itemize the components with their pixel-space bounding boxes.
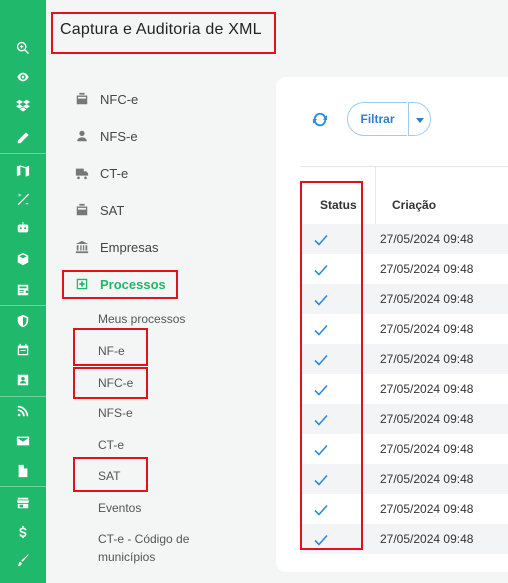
menu-item-label: NFC-e: [100, 91, 139, 107]
created-date: 27/05/2024 09:48: [380, 532, 474, 546]
rail-divider: [0, 153, 46, 154]
created-date: 27/05/2024 09:48: [380, 472, 474, 486]
menu-item-label: SAT: [100, 202, 125, 218]
badge-icon[interactable]: [12, 369, 34, 391]
menu-item-label: NFS-e: [100, 128, 138, 144]
box-icon[interactable]: [12, 248, 34, 270]
pencil-icon[interactable]: [12, 127, 34, 149]
created-date: 27/05/2024 09:48: [380, 382, 474, 396]
robot-icon[interactable]: [12, 217, 34, 239]
calendar-icon[interactable]: [12, 339, 34, 361]
highlight-status-column: [300, 181, 363, 550]
zoom-in-icon[interactable]: [12, 37, 34, 59]
highlight-nfce: [73, 367, 148, 399]
column-header-criacao[interactable]: Criação: [392, 198, 436, 212]
stats-icon[interactable]: [12, 188, 34, 210]
rail-divider: [0, 486, 46, 487]
register-icon: [74, 203, 90, 217]
caret-down-icon: [415, 110, 424, 128]
person-icon: [74, 129, 90, 143]
truck-icon: [74, 166, 90, 180]
icon-rail: [0, 0, 46, 583]
submenu-eventos[interactable]: Eventos: [98, 501, 141, 515]
column-divider: [375, 166, 376, 224]
highlight-sat: [73, 457, 148, 492]
filter-button[interactable]: Filtrar: [347, 102, 407, 136]
created-date: 27/05/2024 09:48: [380, 502, 474, 516]
created-date: 27/05/2024 09:48: [380, 322, 474, 336]
created-date: 27/05/2024 09:48: [380, 352, 474, 366]
menu-item-sat[interactable]: SAT: [74, 200, 124, 220]
created-date: 27/05/2024 09:48: [380, 292, 474, 306]
submenu-cte[interactable]: CT-e: [98, 438, 124, 452]
menu-item-nfce[interactable]: NFC-e: [74, 89, 138, 109]
register-icon: [74, 92, 90, 106]
submenu-cte-codigo[interactable]: CT-e - Código de: [98, 532, 189, 546]
map-icon[interactable]: [12, 160, 34, 182]
created-date: 27/05/2024 09:48: [380, 232, 474, 246]
rail-divider: [0, 305, 46, 306]
eye-icon[interactable]: [12, 66, 34, 88]
menu-item-empresas[interactable]: Empresas: [74, 237, 159, 257]
submenu-cte-municipios: municípios: [98, 550, 156, 564]
highlight-processos: [62, 270, 178, 299]
created-date: 27/05/2024 09:48: [380, 442, 474, 456]
menu-item-nfse[interactable]: NFS-e: [74, 126, 138, 146]
store-icon[interactable]: [12, 492, 34, 514]
refresh-icon[interactable]: [311, 110, 333, 132]
brush-icon[interactable]: [12, 549, 34, 571]
dollar-icon[interactable]: [12, 521, 34, 543]
created-date: 27/05/2024 09:48: [380, 412, 474, 426]
rail-divider: [0, 396, 46, 397]
created-date: 27/05/2024 09:48: [380, 262, 474, 276]
certificate-icon[interactable]: [12, 279, 34, 301]
submenu-nfse[interactable]: NFS-e: [98, 406, 133, 420]
mail-icon[interactable]: [12, 430, 34, 452]
menu-item-label: CT-e: [100, 165, 129, 181]
table-top-border: [300, 166, 508, 167]
submenu-meus-processos[interactable]: Meus processos: [98, 312, 185, 326]
dropbox-icon[interactable]: [12, 94, 34, 116]
bank-icon: [74, 240, 90, 254]
menu-item-label: Empresas: [100, 239, 159, 255]
rss-icon[interactable]: [12, 400, 34, 422]
menu-item-cte[interactable]: CT-e: [74, 163, 128, 183]
file-icon[interactable]: [12, 460, 34, 482]
shield-icon[interactable]: [12, 310, 34, 332]
highlight-title: [51, 12, 276, 54]
highlight-nfe: [73, 328, 148, 366]
